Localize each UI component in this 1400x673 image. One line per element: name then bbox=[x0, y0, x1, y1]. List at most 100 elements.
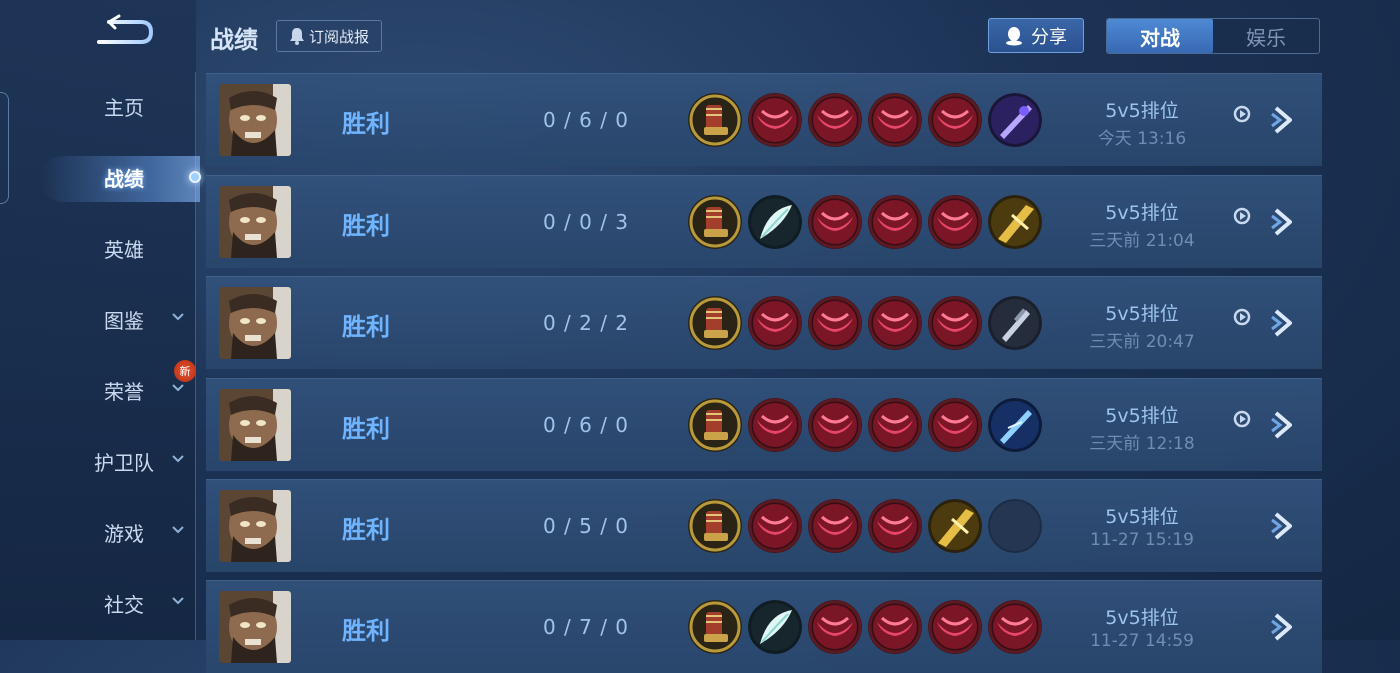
empty-slot-icon bbox=[988, 499, 1042, 553]
silver-sword-item-icon bbox=[988, 296, 1042, 350]
red-item-icon bbox=[748, 499, 802, 553]
red-item-icon bbox=[868, 296, 922, 350]
sidebar-item[interactable]: 护卫队 bbox=[0, 439, 196, 483]
hero-portrait bbox=[219, 84, 291, 156]
item-build bbox=[688, 93, 1048, 147]
red-item-icon bbox=[868, 195, 922, 249]
red-item-icon bbox=[748, 398, 802, 452]
chevron-right-icon[interactable] bbox=[1270, 611, 1298, 643]
subscribe-report-button[interactable]: 订阅战报 bbox=[276, 20, 382, 52]
chevron-down-icon bbox=[172, 455, 184, 463]
red-item-icon bbox=[928, 398, 982, 452]
red-item-icon bbox=[928, 195, 982, 249]
hero-portrait bbox=[219, 287, 291, 359]
red-item-icon bbox=[808, 195, 862, 249]
subscribe-icon bbox=[289, 28, 304, 45]
sidebar-item[interactable]: 社交 bbox=[0, 581, 196, 625]
boots-item-icon bbox=[688, 600, 742, 654]
blue-blade-item-icon bbox=[988, 398, 1042, 452]
red-item-icon bbox=[928, 296, 982, 350]
game-mode: 5v5排位 bbox=[1105, 303, 1179, 325]
gold-blade-item-icon bbox=[988, 195, 1042, 249]
red-item-icon bbox=[808, 398, 862, 452]
match-time: 三天前 21:04 bbox=[1089, 231, 1195, 251]
sidebar-item[interactable]: 英雄 bbox=[0, 226, 196, 270]
chevron-down-icon bbox=[172, 384, 184, 392]
match-row[interactable]: 胜利 0 / 7 / 0 5v5排位 11-27 14:59 bbox=[206, 580, 1322, 673]
red-item-icon bbox=[868, 499, 922, 553]
game-mode: 5v5排位 bbox=[1105, 607, 1179, 629]
red-item-icon bbox=[928, 93, 982, 147]
mode-toggle: 对战 娱乐 bbox=[1106, 18, 1320, 54]
kda-score: 0 / 0 / 3 bbox=[542, 210, 630, 234]
active-indicator-dot bbox=[189, 171, 201, 183]
chevron-right-icon[interactable] bbox=[1270, 206, 1298, 238]
replay-icon[interactable] bbox=[1232, 206, 1252, 226]
red-item-icon bbox=[808, 296, 862, 350]
sidebar-item[interactable]: 游戏 bbox=[0, 510, 196, 554]
game-mode: 5v5排位 bbox=[1105, 100, 1179, 122]
red-item-icon bbox=[808, 600, 862, 654]
match-result: 胜利 bbox=[342, 617, 390, 645]
share-button[interactable]: 分享 bbox=[988, 18, 1084, 53]
item-build bbox=[688, 296, 1048, 350]
chevron-right-icon[interactable] bbox=[1270, 409, 1298, 441]
tab-entertainment[interactable]: 娱乐 bbox=[1213, 19, 1319, 53]
hero-portrait bbox=[219, 389, 291, 461]
item-build bbox=[688, 600, 1048, 654]
replay-icon[interactable] bbox=[1232, 409, 1252, 429]
red-item-icon bbox=[808, 93, 862, 147]
red-item-icon bbox=[868, 398, 922, 452]
subscribe-label: 订阅战报 bbox=[308, 27, 369, 46]
sidebar-item[interactable]: 图鉴 bbox=[0, 297, 196, 341]
replay-icon[interactable] bbox=[1232, 104, 1252, 124]
back-icon[interactable] bbox=[95, 14, 157, 50]
kda-score: 0 / 7 / 0 bbox=[542, 615, 630, 639]
tab-battle[interactable]: 对战 bbox=[1107, 19, 1213, 53]
kda-score: 0 / 5 / 0 bbox=[542, 514, 630, 538]
match-time: 11-27 14:59 bbox=[1090, 631, 1194, 651]
boots-item-icon bbox=[688, 195, 742, 249]
chevron-down-icon bbox=[172, 597, 184, 605]
match-time: 三天前 20:47 bbox=[1089, 332, 1195, 352]
sidebar-item[interactable]: 主页 bbox=[0, 84, 196, 128]
match-row[interactable]: 胜利 0 / 5 / 0 5v5排位 11-27 15:19 bbox=[206, 479, 1322, 572]
sidebar-item[interactable]: 战绩 bbox=[0, 155, 196, 199]
item-build bbox=[688, 195, 1048, 249]
chevron-right-icon[interactable] bbox=[1270, 104, 1298, 136]
hero-portrait bbox=[219, 186, 291, 258]
match-row[interactable]: 胜利 0 / 6 / 0 5v5排位 今天 13:16 bbox=[206, 73, 1322, 166]
red-item-icon bbox=[748, 296, 802, 350]
purple-blade-item-icon bbox=[988, 93, 1042, 147]
red-item-icon bbox=[748, 93, 802, 147]
red-item-icon bbox=[988, 600, 1042, 654]
red-item-icon bbox=[808, 499, 862, 553]
item-build bbox=[688, 398, 1048, 452]
new-badge: 新 bbox=[174, 360, 196, 382]
chevron-down-icon bbox=[172, 526, 184, 534]
replay-icon[interactable] bbox=[1232, 307, 1252, 327]
match-time: 11-27 15:19 bbox=[1090, 530, 1194, 550]
chevron-right-icon[interactable] bbox=[1270, 510, 1298, 542]
chevron-down-icon bbox=[172, 313, 184, 321]
share-qq-icon bbox=[1006, 26, 1022, 45]
sidebar-item[interactable]: 荣誉 bbox=[0, 368, 196, 412]
page-title: 战绩 bbox=[210, 26, 258, 54]
red-item-icon bbox=[868, 600, 922, 654]
match-row[interactable]: 胜利 0 / 6 / 0 5v5排位 三天前 12:18 bbox=[206, 378, 1322, 471]
match-result: 胜利 bbox=[342, 516, 390, 544]
match-result: 胜利 bbox=[342, 313, 390, 341]
gold-blade-item-icon bbox=[928, 499, 982, 553]
game-mode: 5v5排位 bbox=[1105, 202, 1179, 224]
match-row[interactable]: 胜利 0 / 0 / 3 5v5排位 三天前 21:04 bbox=[206, 175, 1322, 268]
hero-portrait bbox=[219, 591, 291, 663]
boots-item-icon bbox=[688, 398, 742, 452]
feather-item-icon bbox=[748, 600, 802, 654]
boots-item-icon bbox=[688, 296, 742, 350]
chevron-right-icon[interactable] bbox=[1270, 307, 1298, 339]
boots-item-icon bbox=[688, 499, 742, 553]
game-mode: 5v5排位 bbox=[1105, 506, 1179, 528]
match-row[interactable]: 胜利 0 / 2 / 2 5v5排位 三天前 20:47 bbox=[206, 276, 1322, 369]
match-time: 三天前 12:18 bbox=[1089, 434, 1195, 454]
kda-score: 0 / 6 / 0 bbox=[542, 413, 630, 437]
